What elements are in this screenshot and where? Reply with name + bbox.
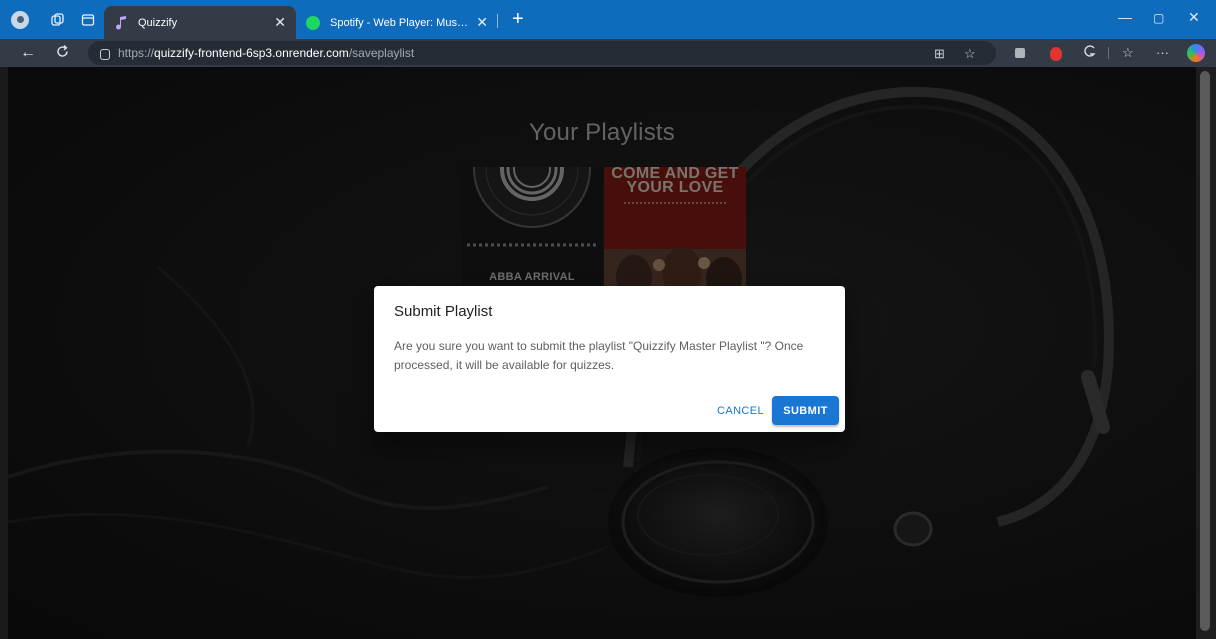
tab-title: Spotify - Web Player: Music for every bbox=[330, 16, 470, 29]
music-note-icon bbox=[114, 15, 128, 30]
favorites-bar-icon[interactable]: ☆ bbox=[1122, 44, 1134, 62]
copilot-icon[interactable] bbox=[1187, 44, 1205, 62]
refresh-icon[interactable] bbox=[55, 44, 70, 64]
lock-icon[interactable] bbox=[100, 48, 110, 60]
toolbar-divider bbox=[1108, 47, 1109, 59]
close-tab-icon[interactable]: ✕ bbox=[476, 14, 488, 31]
tab-divider bbox=[497, 14, 498, 28]
adblock-icon[interactable] bbox=[1050, 47, 1062, 61]
tab-spotify[interactable]: Spotify - Web Player: Music for every ✕ bbox=[298, 6, 496, 39]
restore-icon[interactable]: ▢ bbox=[1153, 11, 1164, 25]
close-tab-icon[interactable]: ✕ bbox=[274, 14, 286, 31]
dialog-message: Are you sure you want to submit the play… bbox=[394, 339, 804, 372]
profile-icon[interactable] bbox=[11, 11, 29, 29]
cancel-button[interactable]: CANCEL bbox=[709, 396, 772, 425]
split-screen-icon[interactable]: ⊞ bbox=[934, 46, 945, 62]
workspaces-icon[interactable] bbox=[79, 11, 97, 29]
url-path: /saveplaylist bbox=[348, 46, 415, 60]
new-tab-icon[interactable]: + bbox=[512, 9, 524, 29]
tab-title: Quizzify bbox=[138, 16, 178, 29]
address-bar[interactable]: https://quizzify-frontend-6sp3.onrender.… bbox=[88, 41, 996, 65]
url-protocol: https:// bbox=[118, 46, 155, 60]
page-scrollbar[interactable] bbox=[1196, 67, 1216, 639]
favorite-icon[interactable]: ☆ bbox=[964, 46, 976, 62]
scrollbar-thumb[interactable] bbox=[1200, 71, 1210, 631]
tab-strip: Quizzify ✕ Spotify - Web Player: Music f… bbox=[0, 0, 1216, 39]
extension-icon[interactable] bbox=[1015, 48, 1025, 58]
url-text[interactable]: https://quizzify-frontend-6sp3.onrender.… bbox=[118, 46, 414, 60]
tab-quizzify[interactable]: Quizzify ✕ bbox=[104, 6, 296, 39]
more-icon[interactable]: ··· bbox=[1156, 44, 1169, 62]
collections-icon[interactable] bbox=[49, 11, 67, 29]
submit-button[interactable]: SUBMIT bbox=[772, 396, 839, 425]
minimize-icon[interactable]: — bbox=[1118, 9, 1132, 25]
dialog-title: Submit Playlist bbox=[394, 303, 493, 320]
back-icon[interactable]: ← bbox=[20, 44, 36, 62]
close-window-icon[interactable]: ✕ bbox=[1188, 9, 1200, 26]
spotify-icon bbox=[306, 15, 320, 30]
submit-playlist-dialog: Submit Playlist Are you sure you want to… bbox=[374, 286, 845, 432]
browser-toolbar: ← https://quizzify-frontend-6sp3.onrende… bbox=[0, 39, 1216, 67]
url-host: quizzify-frontend-6sp3.onrender.com bbox=[154, 46, 349, 60]
browser-essentials-icon[interactable] bbox=[1083, 44, 1097, 63]
